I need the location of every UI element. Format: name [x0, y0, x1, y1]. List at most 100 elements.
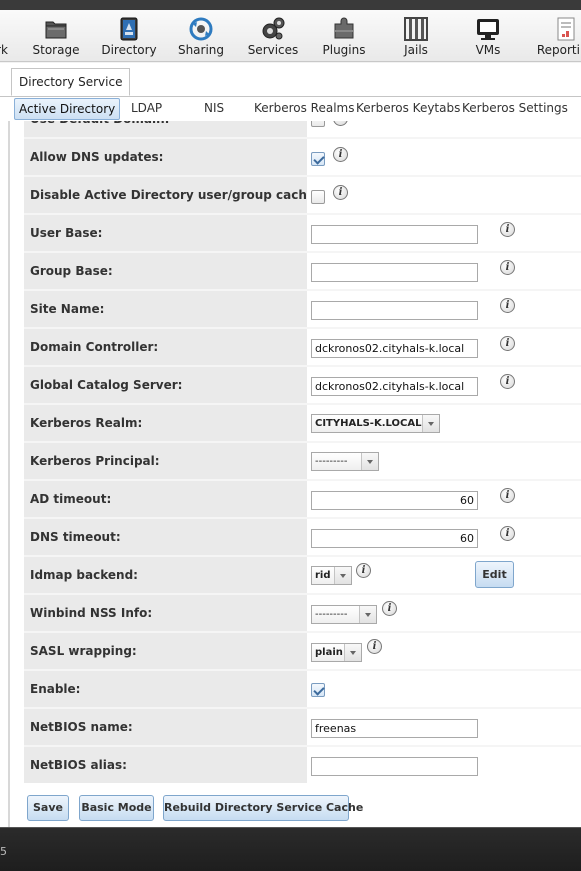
tab-directory-service[interactable]: Directory Service: [11, 68, 131, 96]
info-icon[interactable]: i: [333, 185, 348, 200]
site-name-input[interactable]: [311, 301, 478, 320]
field-label: SASL wrapping:: [24, 633, 307, 669]
field-cell: dckronos02.cityhals-k.local i: [309, 367, 581, 403]
field-cell: ---------: [309, 443, 581, 479]
toolbar-item-storage[interactable]: Storage: [30, 10, 82, 62]
info-icon[interactable]: i: [500, 336, 515, 351]
subtab-kerberos-settings[interactable]: Kerberos Settings: [462, 98, 568, 120]
window-top-strip: [0, 0, 581, 10]
ad-timeout-input[interactable]: 60: [311, 491, 478, 510]
subtab-nis[interactable]: NIS: [204, 98, 224, 120]
toolbar-item-sharing[interactable]: Sharing: [176, 10, 226, 62]
toolbar-item-directory[interactable]: Directory: [100, 10, 158, 62]
field-cell: freenas: [309, 709, 581, 745]
field-label: User Base:: [24, 215, 307, 251]
info-icon[interactable]: i: [500, 526, 515, 541]
field-cell: i: [309, 139, 581, 175]
toolbar-item-label: Jails: [404, 43, 428, 57]
info-icon[interactable]: i: [367, 639, 382, 654]
info-icon[interactable]: i: [500, 298, 515, 313]
sharing-icon: [189, 17, 213, 41]
plugins-icon: [334, 17, 354, 39]
field-label: Allow DNS updates:: [24, 139, 307, 175]
chevron-down-icon: [422, 415, 439, 432]
kerberos-principal-select[interactable]: ---------: [311, 452, 379, 471]
info-icon[interactable]: i: [356, 563, 371, 578]
idmap-backend-select[interactable]: rid: [311, 566, 352, 585]
info-icon[interactable]: i: [500, 260, 515, 275]
field-label: Site Name:: [24, 291, 307, 327]
toolbar-item-label: Services: [247, 43, 299, 57]
kerberos-realm-select[interactable]: CITYHALS-K.LOCAL: [311, 414, 440, 433]
jails-icon: [404, 17, 428, 41]
netbios-name-input[interactable]: freenas: [311, 719, 478, 738]
form-row-winbind-nss: Winbind NSS Info: --------- i: [24, 595, 581, 633]
field-label: Domain Controller:: [24, 329, 307, 365]
subtab-kerberos-realms[interactable]: Kerberos Realms: [254, 98, 354, 120]
field-cell: --------- i: [309, 595, 581, 631]
form-row-ad-timeout: AD timeout: 60 i: [24, 481, 581, 519]
field-label: DNS timeout:: [24, 519, 307, 555]
basic-mode-button[interactable]: Basic Mode: [79, 795, 154, 821]
info-icon[interactable]: i: [500, 222, 515, 237]
toolbar-item-services[interactable]: Services: [246, 10, 300, 62]
panel-scroll-rail[interactable]: [8, 121, 10, 827]
sasl-wrapping-select[interactable]: plain: [311, 643, 362, 662]
info-icon[interactable]: i: [333, 121, 348, 126]
storage-icon: [45, 21, 67, 39]
field-label: Disable Active Directory user/group cach…: [24, 177, 307, 213]
select-value: ---------: [315, 609, 348, 620]
field-label: Kerberos Principal:: [24, 443, 307, 479]
rebuild-cache-button[interactable]: Rebuild Directory Service Cache: [163, 795, 363, 821]
group-base-input[interactable]: [311, 263, 478, 282]
chevron-down-icon: [344, 644, 361, 661]
allow-dns-updates-checkbox[interactable]: [311, 152, 325, 166]
info-icon[interactable]: i: [333, 147, 348, 162]
services-icon: [262, 17, 285, 40]
toolbar-item-jails[interactable]: Jails: [396, 10, 436, 62]
toolbar-item-network[interactable]: rk: [0, 10, 12, 62]
field-cell: plain i: [309, 633, 581, 669]
disable-cache-checkbox[interactable]: [311, 190, 325, 204]
info-icon[interactable]: i: [500, 488, 515, 503]
netbios-alias-input[interactable]: [311, 757, 478, 776]
winbind-nss-select[interactable]: ---------: [311, 605, 377, 624]
info-icon[interactable]: i: [382, 601, 397, 616]
toolbar-item-label: Directory: [101, 43, 157, 57]
info-icon[interactable]: i: [500, 374, 515, 389]
global-catalog-input[interactable]: dckronos02.cityhals-k.local: [311, 377, 478, 396]
field-cell: CITYHALS-K.LOCAL: [309, 405, 581, 441]
field-cell: dckronos02.cityhals-k.local i: [309, 329, 581, 365]
field-cell: i: [309, 291, 581, 327]
form-row-disable-cache: Disable Active Directory user/group cach…: [24, 177, 581, 215]
form-row-sasl-wrapping: SASL wrapping: plain i: [24, 633, 581, 671]
save-button[interactable]: Save: [27, 795, 69, 821]
toolbar-item-plugins[interactable]: Plugins: [318, 10, 370, 62]
toolbar-item-reporting[interactable]: Reporting: [534, 10, 581, 62]
enable-checkbox[interactable]: [311, 683, 325, 697]
directory-panel: Directory Service Active Directory LDAP …: [0, 63, 581, 827]
toolbar-item-vms[interactable]: VMs: [468, 10, 508, 62]
subtab-kerberos-keytabs[interactable]: Kerberos Keytabs: [356, 98, 460, 120]
field-cell: 60 i: [309, 481, 581, 517]
use-default-domain-checkbox[interactable]: [311, 121, 325, 127]
select-value: ---------: [315, 456, 348, 467]
active-directory-form: Use Default Domain: i Allow DNS updates:…: [24, 121, 581, 827]
field-cell: i: [309, 253, 581, 289]
subtab-ldap[interactable]: LDAP: [131, 98, 162, 120]
field-cell: 60 i: [309, 519, 581, 555]
form-row-group-base: Group Base: i: [24, 253, 581, 291]
subtab-active-directory[interactable]: Active Directory: [14, 98, 121, 120]
toolbar-item-label: VMs: [475, 43, 501, 57]
toolbar-item-label: Storage: [32, 43, 80, 57]
select-value: plain: [315, 647, 343, 658]
domain-controller-input[interactable]: dckronos02.cityhals-k.local: [311, 339, 478, 358]
field-cell: i: [309, 177, 581, 213]
idmap-edit-button[interactable]: Edit: [475, 561, 514, 588]
toolbar-item-label: Reporting: [536, 43, 581, 57]
user-base-input[interactable]: [311, 225, 478, 244]
form-row-netbios-alias: NetBIOS alias:: [24, 747, 581, 783]
directory-subtabs: Active Directory LDAP NIS Kerberos Realm…: [0, 97, 581, 121]
field-label: Global Catalog Server:: [24, 367, 307, 403]
dns-timeout-input[interactable]: 60: [311, 529, 478, 548]
